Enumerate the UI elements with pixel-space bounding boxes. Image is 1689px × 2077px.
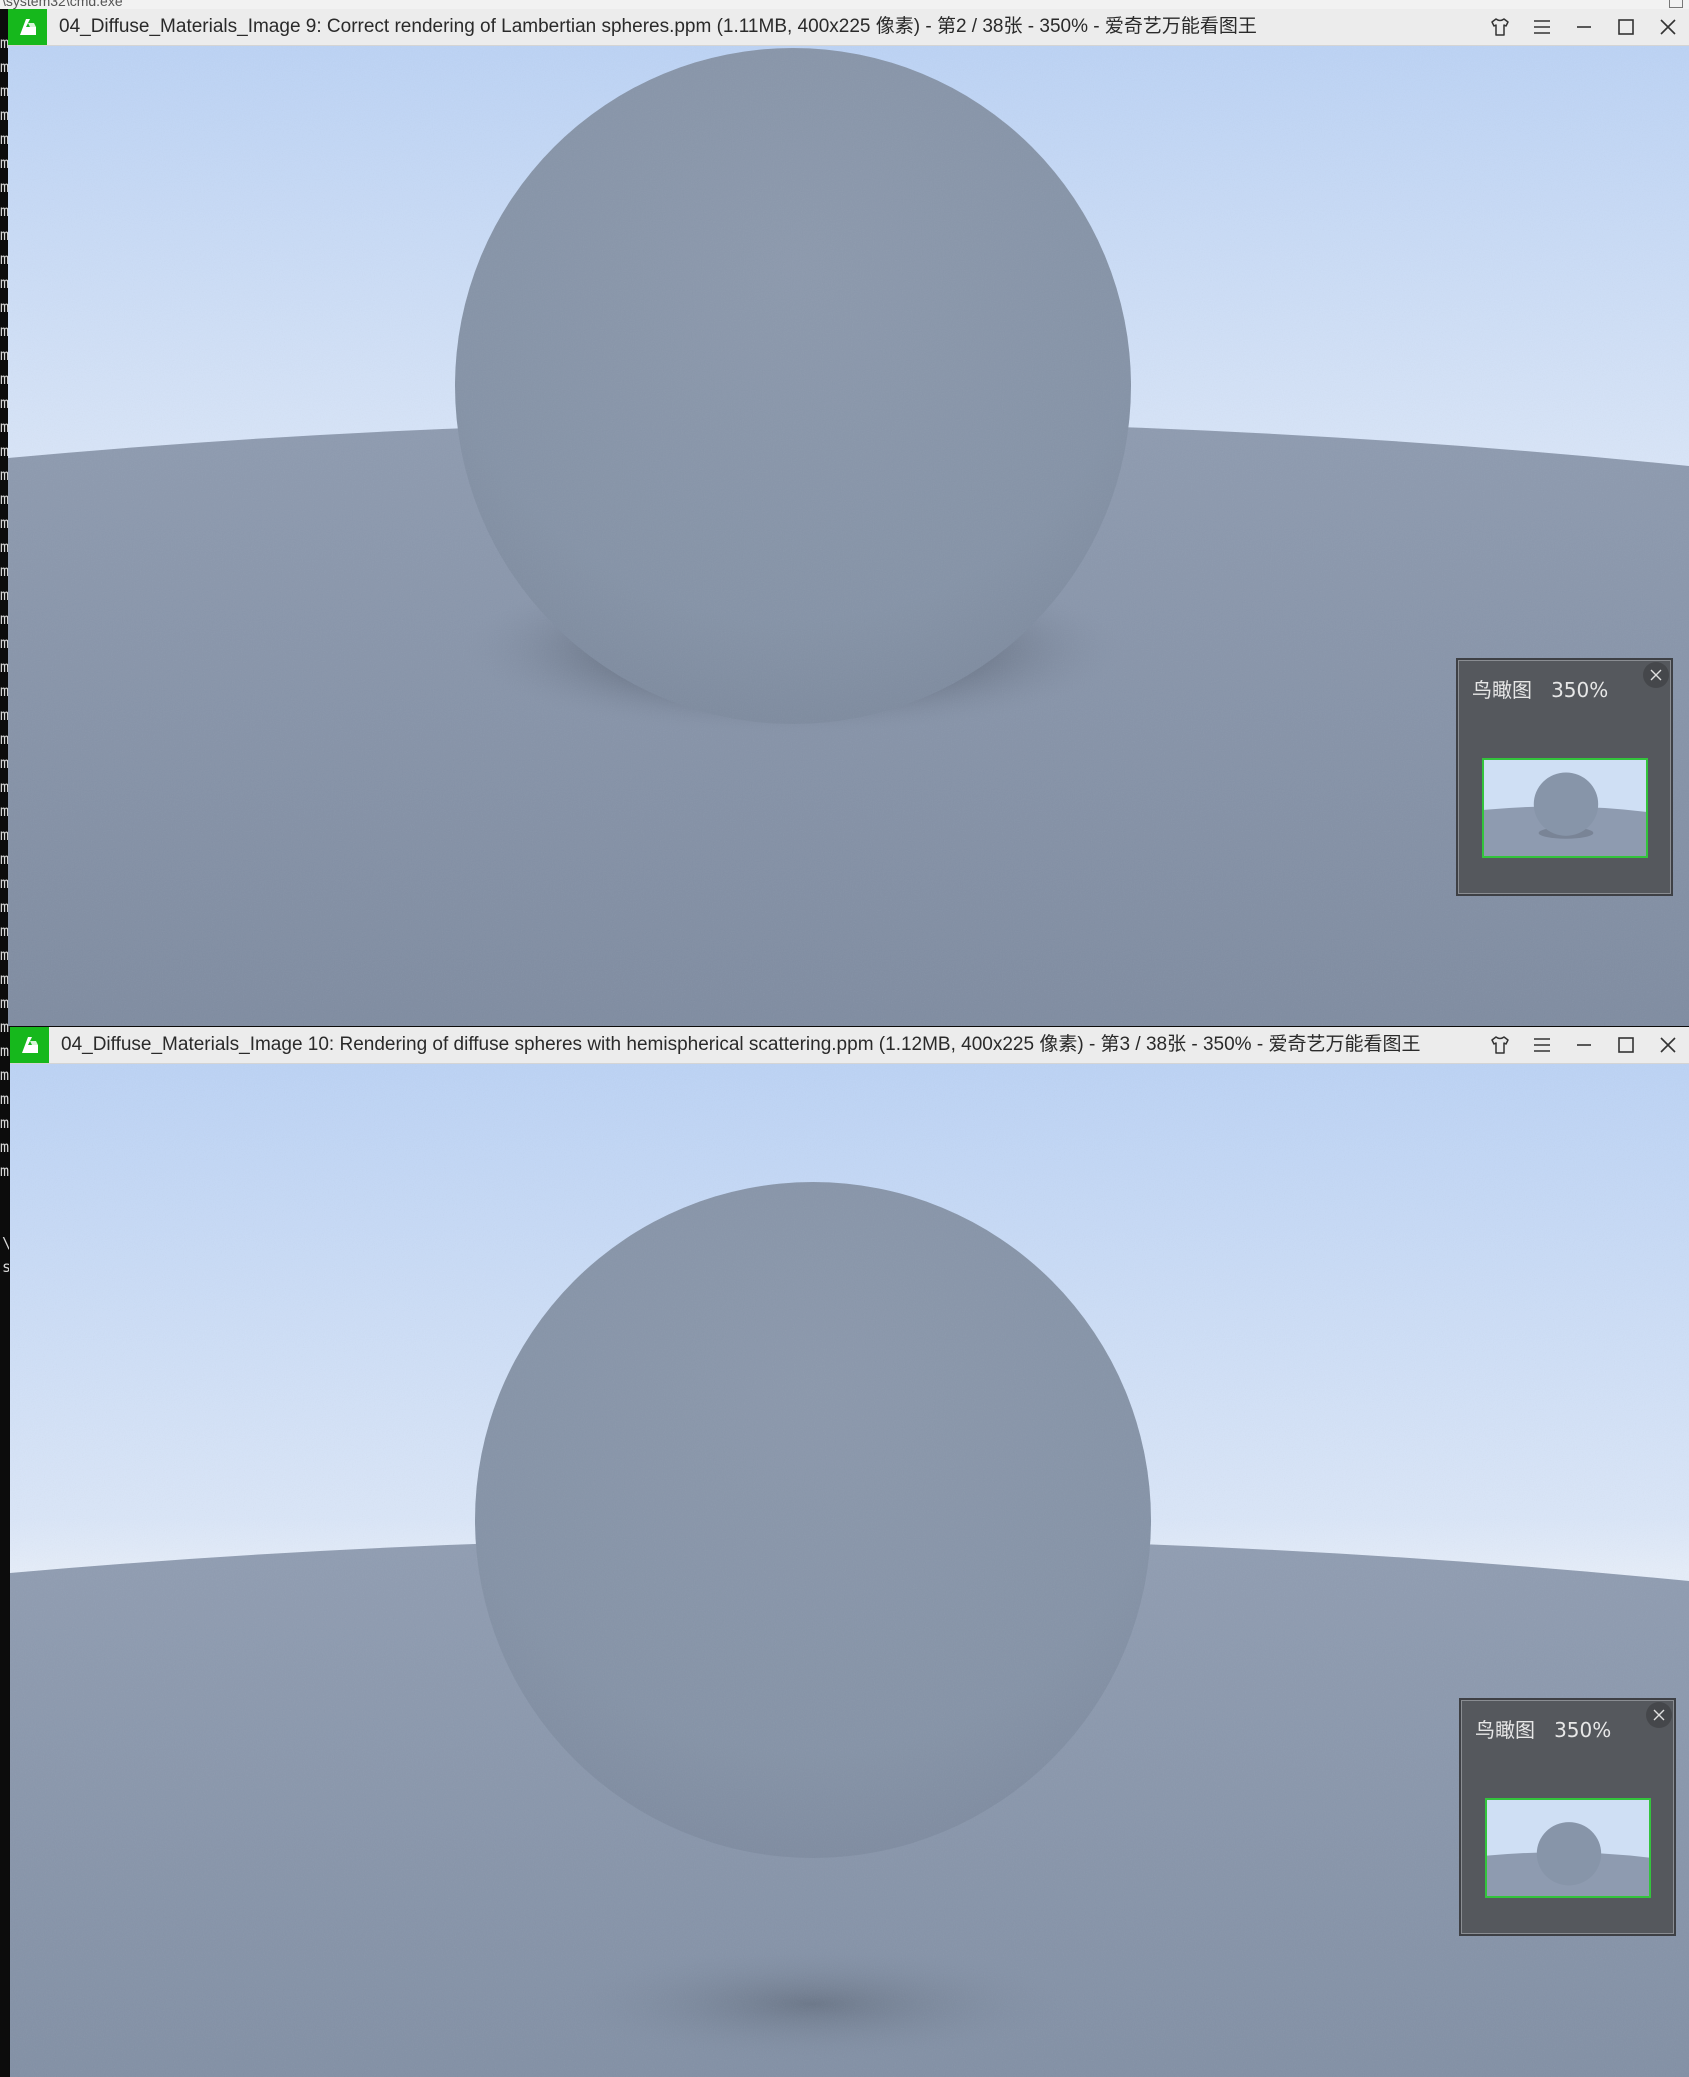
console-line: m (0, 1042, 9, 1060)
window-controls (1479, 9, 1689, 45)
console-line: m (0, 1162, 9, 1180)
image-canvas[interactable]: 鸟瞰图 350% (10, 1064, 1689, 2077)
birdseye-close-icon[interactable] (1643, 662, 1669, 688)
close-icon[interactable] (1647, 9, 1689, 45)
shirt-skin-icon[interactable] (1479, 9, 1521, 45)
hamburger-menu-icon[interactable] (1521, 9, 1563, 45)
rendered-image (8, 46, 1689, 1026)
app-logo-icon[interactable] (10, 1027, 49, 1063)
image-viewer-window-2: 04_Diffuse_Materials_Image 10: Rendering… (10, 1027, 1689, 2077)
birdseye-panel[interactable]: 鸟瞰图 350% (1459, 1698, 1676, 1936)
console-output-extra: \s (2, 1231, 9, 1279)
app-logo-icon[interactable] (8, 9, 47, 45)
maximize-icon[interactable] (1605, 9, 1647, 45)
desktop: \system32\cmd.exe mmmmmmmmmmmmmmmmmmmmmm… (0, 0, 1689, 2077)
console-line: m (0, 1114, 9, 1132)
birdseye-title: 鸟瞰图 350% (1472, 674, 1608, 703)
birdseye-panel[interactable]: 鸟瞰图 350% (1456, 658, 1673, 896)
image-canvas[interactable]: 鸟瞰图 350% (8, 46, 1689, 1026)
birdseye-thumbnail[interactable] (1485, 1798, 1651, 1898)
birdseye-zoom: 350% (1551, 678, 1609, 702)
birdseye-label: 鸟瞰图 (1475, 1718, 1535, 1742)
close-icon[interactable] (1647, 1027, 1689, 1063)
viewer-titlebar[interactable]: 04_Diffuse_Materials_Image 9: Correct re… (8, 9, 1689, 46)
window-title: 04_Diffuse_Materials_Image 9: Correct re… (59, 16, 1257, 37)
maximize-icon[interactable] (1605, 1027, 1647, 1063)
console-line: m (0, 1138, 9, 1156)
console-line: m (0, 1090, 9, 1108)
rendered-image (10, 1064, 1689, 2077)
birdseye-zoom: 350% (1554, 1718, 1612, 1742)
image-viewer-window-1: 04_Diffuse_Materials_Image 9: Correct re… (8, 9, 1689, 1026)
minimize-icon[interactable] (1563, 1027, 1605, 1063)
hamburger-menu-icon[interactable] (1521, 1027, 1563, 1063)
console-maximize-icon[interactable] (1669, 0, 1683, 8)
viewer-titlebar[interactable]: 04_Diffuse_Materials_Image 10: Rendering… (10, 1027, 1689, 1064)
console-line: s (2, 1258, 9, 1276)
window-controls (1479, 1027, 1689, 1063)
birdseye-title: 鸟瞰图 350% (1475, 1714, 1611, 1743)
shirt-skin-icon[interactable] (1479, 1027, 1521, 1063)
birdseye-label: 鸟瞰图 (1472, 678, 1532, 702)
console-line: m (0, 1066, 9, 1084)
console-line: \ (2, 1231, 9, 1255)
birdseye-thumbnail[interactable] (1482, 758, 1648, 858)
birdseye-close-icon[interactable] (1646, 1702, 1672, 1728)
console-window-title: \system32\cmd.exe (2, 0, 123, 9)
minimize-icon[interactable] (1563, 9, 1605, 45)
window-title: 04_Diffuse_Materials_Image 10: Rendering… (61, 1034, 1421, 1055)
